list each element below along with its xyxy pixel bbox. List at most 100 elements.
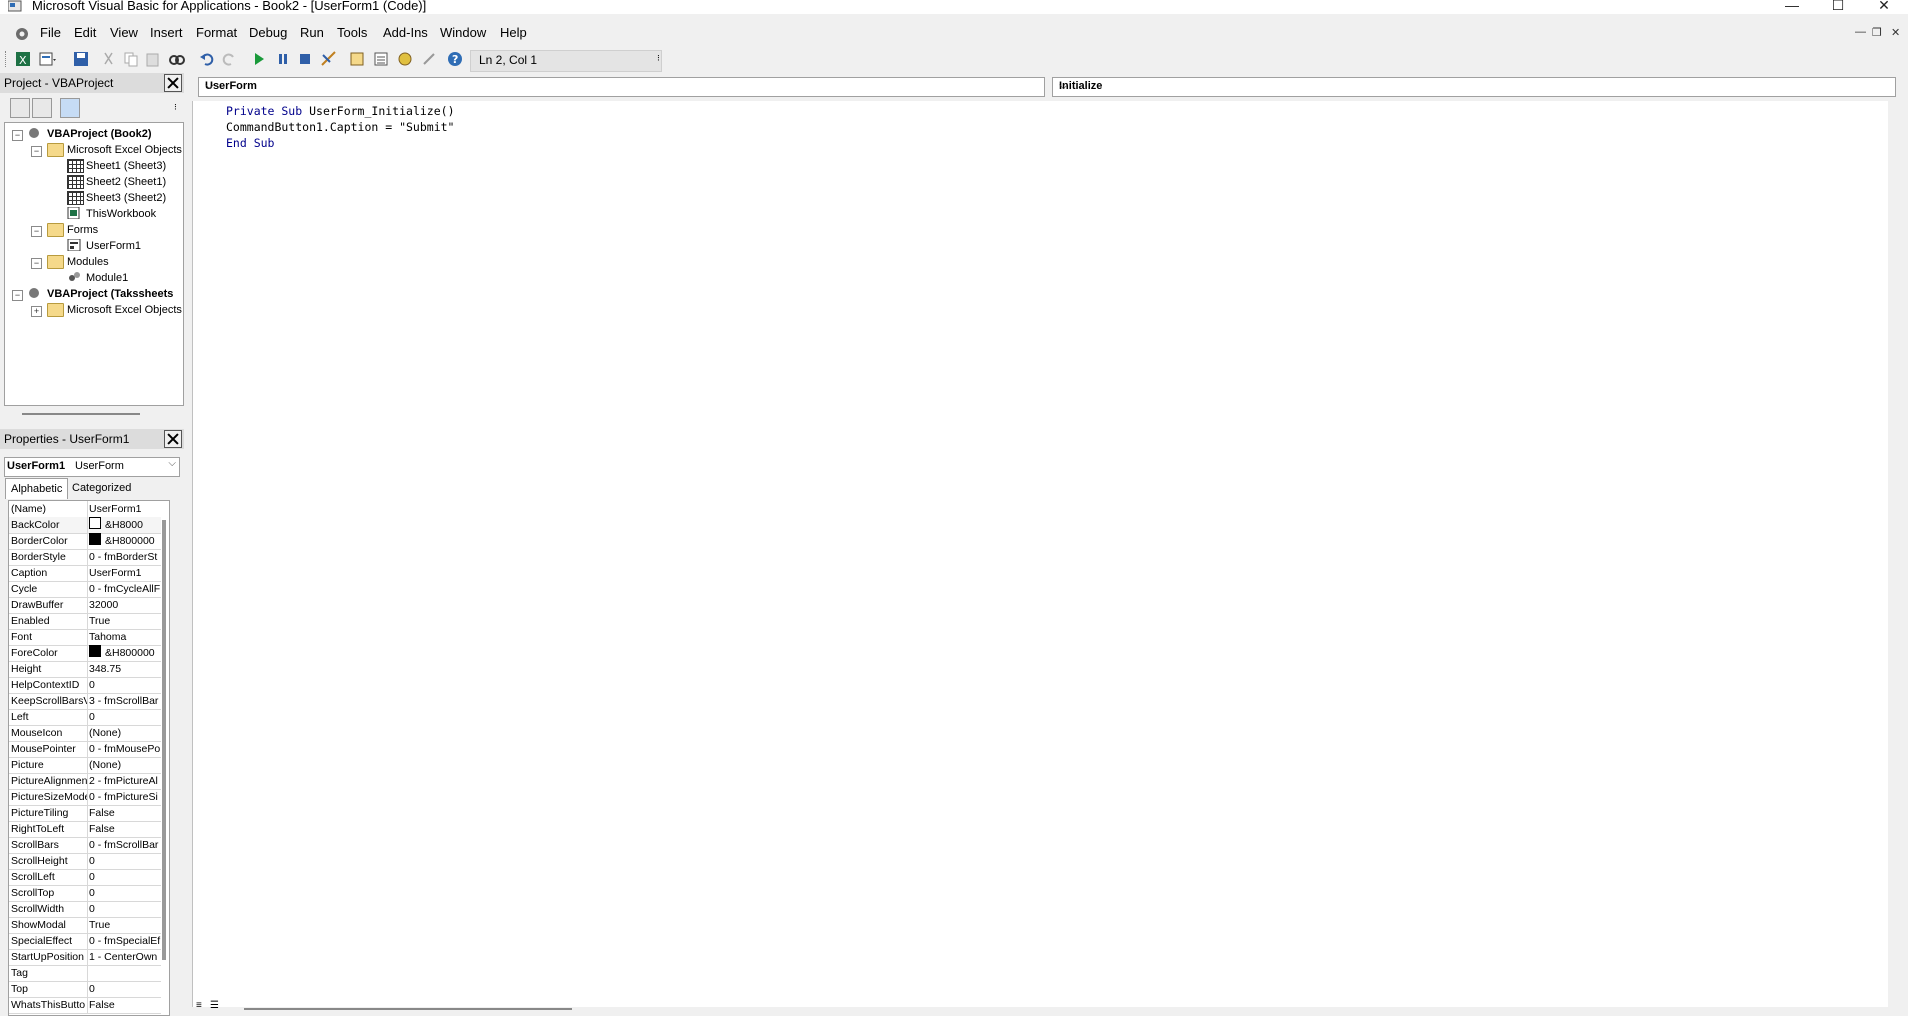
property-row[interactable]: HelpContextID 0 [9,677,161,694]
property-row[interactable]: Cycle 0 - fmCycleAllF [9,581,161,598]
project-tree-hscrollbar[interactable] [22,413,140,415]
property-row[interactable]: Font Tahoma [9,629,161,646]
property-row[interactable]: WhatsThisButto False [9,997,161,1014]
property-row[interactable]: PictureAlignmen 2 - fmPictureAl [9,773,161,790]
maximize-button[interactable]: ☐ [1815,0,1861,13]
toolbar-grip[interactable] [5,51,10,67]
property-row[interactable]: ScrollBars 0 - fmScrollBar [9,837,161,854]
tree-item-sheet2[interactable]: Sheet2 (Sheet1) [86,174,166,190]
property-value[interactable]: &H800000 [89,645,167,661]
property-row[interactable]: ScrollLeft 0 [9,869,161,886]
expand-icon[interactable]: + [31,306,42,317]
tab-categorized[interactable]: Categorized [67,478,136,498]
tree-item-thisworkbook[interactable]: ThisWorkbook [86,206,156,222]
property-row[interactable]: BackColor &H8000 [9,517,161,534]
property-value[interactable]: &H8000 [89,517,167,533]
collapse-icon[interactable]: − [12,290,23,301]
property-value[interactable]: False [89,805,167,821]
property-row[interactable]: Height 348.75 [9,661,161,678]
tree-item-sheet3[interactable]: Sheet3 (Sheet2) [86,190,166,206]
code-line-3[interactable]: End Sub [226,136,274,150]
tree-item-vbaproject-book2[interactable]: VBAProject (Book2) [47,126,152,142]
property-value[interactable]: True [89,613,167,629]
insert-userform-icon[interactable] [38,50,56,68]
tree-item-vbaproject-takssheets[interactable]: VBAProject (Takssheets [47,286,173,302]
full-module-view-icon[interactable]: ☰ [210,1000,219,1011]
vba-window-icon[interactable] [14,26,30,42]
paste-icon[interactable] [144,50,162,68]
menu-insert[interactable]: Insert [150,25,183,40]
property-row[interactable]: MousePointer 0 - fmMousePo [9,741,161,758]
menu-add-ins[interactable]: Add-Ins [383,25,428,40]
property-row[interactable]: (Name) UserForm1 [9,501,161,518]
property-value[interactable]: 0 [89,981,167,997]
property-value[interactable]: 0 - fmCycleAllF [89,581,167,597]
property-row[interactable]: Tag [9,965,161,982]
menu-edit[interactable]: Edit [74,25,96,40]
help-icon[interactable]: ? [446,50,464,68]
design-mode-icon[interactable] [320,50,338,68]
property-value[interactable]: 0 - fmSpecialEf [89,933,167,949]
property-value[interactable]: 0 - fmBorderSt [89,549,167,565]
undo-icon[interactable] [198,50,216,68]
property-row[interactable]: ShowModal True [9,917,161,934]
property-row[interactable]: DrawBuffer 32000 [9,597,161,614]
property-value[interactable]: 0 [89,901,167,917]
code-hscroll-thumb[interactable] [244,1008,572,1010]
property-row[interactable]: RightToLeft False [9,821,161,838]
cut-icon[interactable] [100,50,118,68]
properties-window-icon[interactable] [372,50,390,68]
view-excel-icon[interactable]: X [14,50,32,68]
procedure-combo[interactable]: Initialize ⌵ [1052,77,1896,97]
code-line-2[interactable]: CommandButton1.Caption = "Submit" [226,120,454,134]
close-properties-panel-icon[interactable] [164,430,182,448]
find-icon[interactable] [168,50,186,68]
property-row[interactable]: Left 0 [9,709,161,726]
property-row[interactable]: ForeColor &H800000 [9,645,161,662]
menu-help[interactable]: Help [500,25,527,40]
property-value[interactable]: False [89,997,167,1013]
toggle-folders-icon[interactable] [60,98,80,118]
property-row[interactable]: Caption UserForm1 [9,565,161,582]
property-value[interactable]: True [89,917,167,933]
project-toolbar-overflow-icon[interactable]: ⁝ [174,102,177,113]
property-value[interactable]: Tahoma [89,629,167,645]
property-value[interactable]: 0 [89,853,167,869]
tree-item-modules[interactable]: Modules [67,254,109,270]
property-row[interactable]: ScrollHeight 0 [9,853,161,870]
view-code-icon[interactable] [10,98,30,118]
property-row[interactable]: BorderColor &H800000 [9,533,161,550]
tab-alphabetic[interactable]: Alphabetic [5,478,69,499]
property-value[interactable]: 0 [89,709,167,725]
property-value[interactable]: UserForm1 [89,565,167,581]
property-row[interactable]: PictureTiling False [9,805,161,822]
toolbar-overflow-icon[interactable]: ⁝ [657,53,660,64]
object-combo[interactable]: UserForm ⌵ [198,77,1045,97]
property-value[interactable]: 3 - fmScrollBar [89,693,167,709]
property-value[interactable]: 1 - CenterOwn [89,949,167,965]
copy-icon[interactable] [122,50,140,68]
property-grid-scrollbar[interactable] [162,520,166,960]
menu-tools[interactable]: Tools [337,25,367,40]
collapse-icon[interactable]: − [31,258,42,269]
break-icon[interactable] [274,50,292,68]
collapse-icon[interactable]: − [31,146,42,157]
property-row[interactable]: ScrollTop 0 [9,885,161,902]
code-vscrollbar[interactable] [1888,101,1908,1007]
reset-icon[interactable] [296,50,314,68]
property-value[interactable]: 32000 [89,597,167,613]
property-value[interactable]: 348.75 [89,661,167,677]
tree-item-excel-objects-2[interactable]: Microsoft Excel Objects [67,302,182,318]
menu-format[interactable]: Format [196,25,237,40]
toolbox-icon[interactable] [420,50,438,68]
menu-run[interactable]: Run [300,25,324,40]
property-row[interactable]: StartUpPosition 1 - CenterOwn [9,949,161,966]
property-value[interactable]: 0 - fmScrollBar [89,837,167,853]
property-value[interactable]: UserForm1 [89,501,167,517]
property-row[interactable]: PictureSizeMode 0 - fmPictureSi [9,789,161,806]
collapse-icon[interactable]: − [12,130,23,141]
tree-item-sheet1[interactable]: Sheet1 (Sheet3) [86,158,166,174]
property-row[interactable]: Picture (None) [9,757,161,774]
close-window-button[interactable]: ✕ [1861,0,1907,13]
pane-splitter[interactable] [184,72,190,1014]
